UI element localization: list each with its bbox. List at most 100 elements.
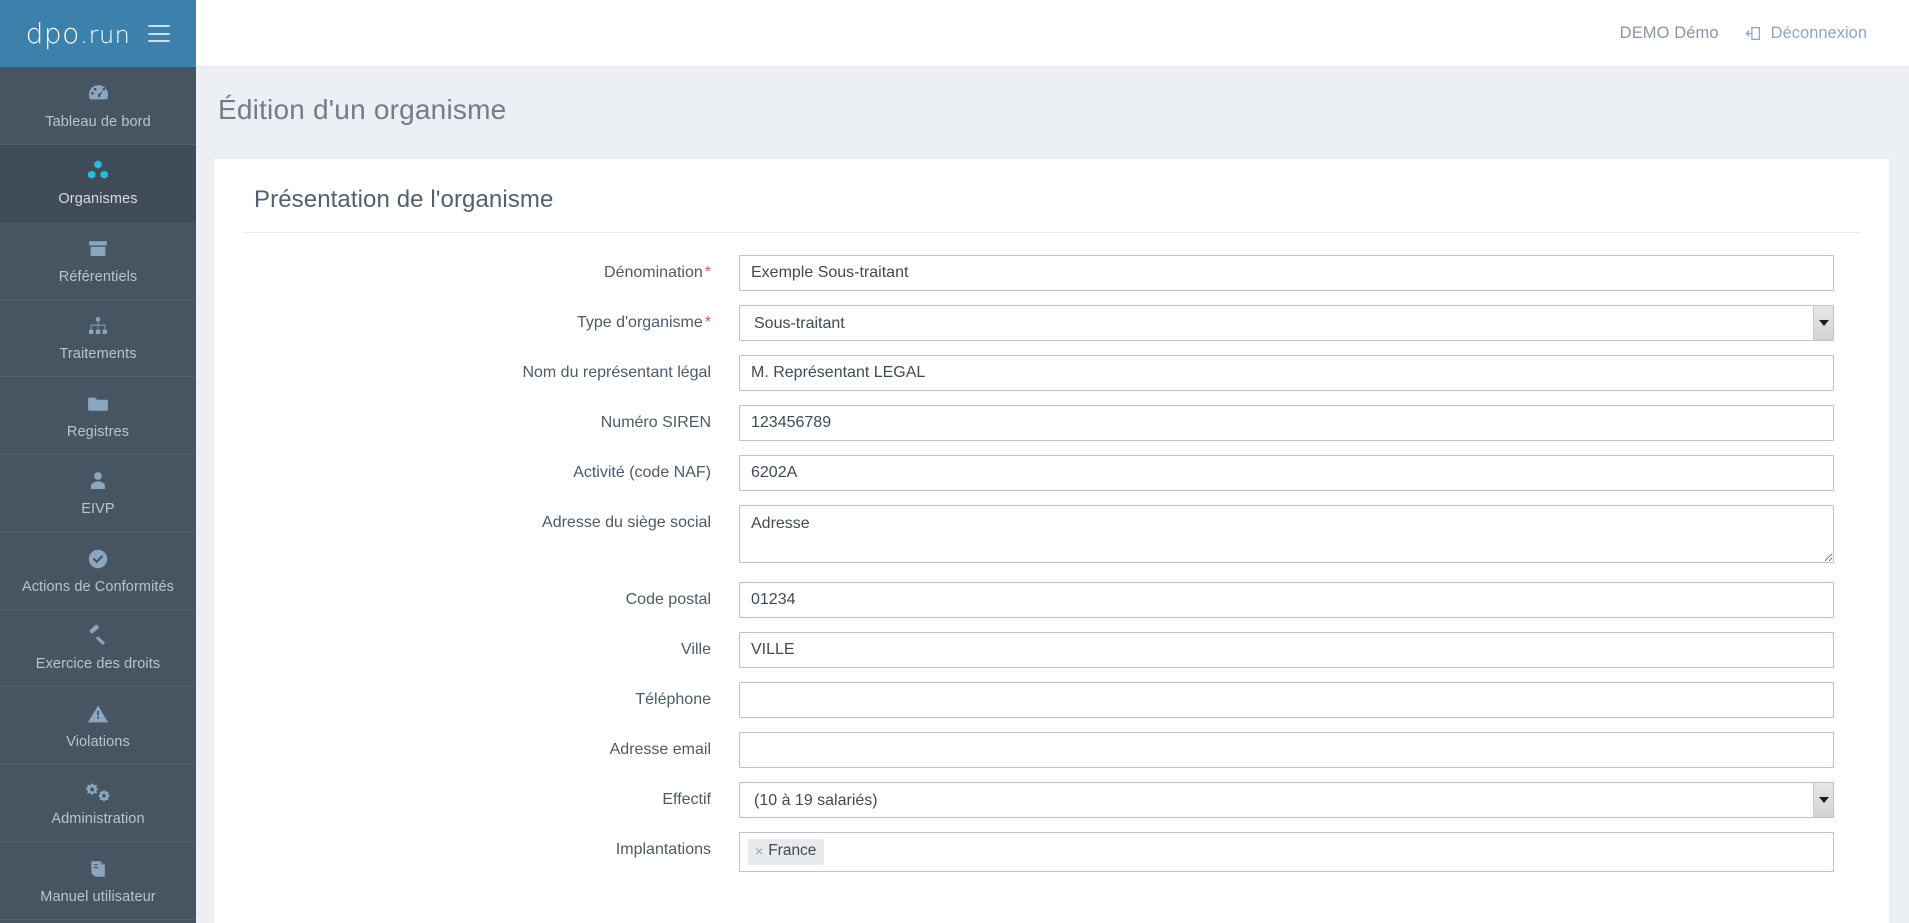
sidebar-item-label: Administration	[51, 811, 145, 828]
select-wrap-type-organisme: Sous-traitant	[739, 305, 1834, 341]
required-marker: *	[704, 264, 711, 281]
form-row-activite-code-naf: Activité (code NAF)	[214, 455, 1889, 491]
sidebar-item-eivp[interactable]: EIVP	[0, 455, 196, 532]
form-row-type-organisme: Type d'organisme * Sous-traitant	[214, 305, 1889, 341]
hamburger-menu-icon[interactable]	[148, 25, 171, 42]
input-activite-code-naf[interactable]	[739, 455, 1834, 491]
tag-remove-icon[interactable]: ×	[755, 842, 763, 861]
form-row-nom-representant-legal: Nom du représentant légal	[214, 355, 1889, 391]
sidebar-item-administration[interactable]: Administration	[0, 765, 196, 842]
select-wrap-effectif: (10 à 19 salariés)	[739, 782, 1834, 818]
sidebar-item-label: Traitements	[59, 346, 137, 363]
label-telephone: Téléphone	[635, 691, 711, 708]
label-adresse-siege-social: Adresse du siège social	[542, 514, 711, 531]
sidebar-item-violations[interactable]: Violations	[0, 687, 196, 765]
input-numero-siren[interactable]	[739, 405, 1834, 441]
sidebar-item-label: Référentiels	[58, 268, 138, 285]
tag-label: France	[768, 842, 817, 859]
sidebar-item-exercice-des-droits[interactable]: Exercice des droits	[0, 610, 196, 687]
form-row-ville: Ville	[214, 632, 1889, 668]
control-wrap-denomination	[739, 255, 1834, 291]
control-wrap-activite-code-naf	[739, 455, 1834, 491]
label-implantations: Implantations	[615, 841, 711, 858]
sidebar-item-label: Manuel utilisateur	[40, 888, 156, 905]
check-circle-icon	[86, 546, 110, 572]
sign-out-icon	[1745, 25, 1762, 42]
control-wrap-code-postal	[739, 582, 1834, 618]
book-icon	[86, 856, 110, 882]
dashboard-gauge-icon	[86, 81, 111, 107]
control-wrap-type-organisme: Sous-traitant	[739, 305, 1834, 341]
page-title: Édition d'un organisme	[218, 94, 507, 125]
input-code-postal[interactable]	[739, 582, 1834, 618]
label-text: Dénomination	[604, 264, 703, 281]
tag-item[interactable]: × France	[748, 839, 825, 865]
textarea-adresse-siege-social[interactable]: Adresse	[739, 505, 1834, 563]
sidebar-item-tableau-de-bord[interactable]: Tableau de bord	[0, 67, 196, 145]
sidebar-item-label: Violations	[66, 733, 130, 750]
top-navbar: dpo.run DEMO Démo Déconnexion	[0, 0, 1909, 67]
logout-button[interactable]: Déconnexion	[1745, 24, 1867, 43]
control-wrap-adresse-siege-social: Adresse	[739, 505, 1834, 568]
label-denomination: Dénomination *	[214, 255, 739, 284]
input-nom-representant-legal[interactable]	[739, 355, 1834, 391]
user-icon	[86, 468, 110, 494]
input-denomination[interactable]	[739, 255, 1834, 291]
sidebar-item-organismes[interactable]: Organismes	[0, 144, 196, 222]
label-type-organisme: Type d'organisme *	[214, 305, 739, 334]
main-content: Édition d'un organisme Présentation de l…	[196, 67, 1909, 923]
sidebar-item-label: EIVP	[81, 501, 115, 518]
gavel-icon	[86, 623, 111, 649]
control-wrap-telephone	[739, 682, 1834, 718]
control-wrap-effectif: (10 à 19 salariés)	[739, 782, 1834, 818]
sidebar-item-actions-de-conformites[interactable]: Actions de Conformités	[0, 532, 196, 610]
label-code-postal: Code postal	[625, 591, 711, 608]
label-text: Type d'organisme	[576, 314, 703, 331]
input-adresse-email[interactable]	[739, 732, 1834, 768]
brand-logo-box[interactable]: dpo.run	[0, 0, 196, 67]
hamburger-line	[148, 40, 171, 42]
sidebar-item-label: Actions de Conformités	[21, 578, 175, 595]
organisme-form: Dénomination* Type d'organisme* Sous-	[214, 233, 1889, 872]
sidebar-item-label: Organismes	[58, 191, 138, 208]
label-numero-siren: Numéro SIREN	[600, 414, 711, 431]
form-row-effectif: Effectif (10 à 19 salariés)	[214, 782, 1889, 818]
card-header: Présentation de l'organisme	[214, 159, 1889, 214]
cubes-icon	[85, 158, 111, 184]
control-wrap-nom-representant-legal	[739, 355, 1834, 391]
form-row-numero-siren: Numéro SIREN	[214, 405, 1889, 441]
brand-logo-second: run	[88, 20, 131, 49]
input-ville[interactable]	[739, 632, 1834, 668]
control-wrap-ville	[739, 632, 1834, 668]
form-row-adresse-email: Adresse email	[214, 732, 1889, 768]
main-sidebar: Tableau de bord Organismes Référentiels	[0, 67, 196, 923]
logout-label: Déconnexion	[1770, 24, 1867, 42]
label-nom-representant-legal: Nom du représentant légal	[522, 364, 711, 381]
current-user-name: DEMO Démo	[1619, 24, 1719, 42]
input-telephone[interactable]	[739, 682, 1834, 718]
brand-logo-text: dpo.run	[25, 16, 131, 50]
control-wrap-adresse-email	[739, 732, 1834, 768]
label-activite-code-naf: Activité (code NAF)	[573, 464, 711, 481]
form-row-telephone: Téléphone	[214, 682, 1889, 718]
card-title: Présentation de l'organisme	[254, 186, 554, 213]
sidebar-item-referentiels[interactable]: Référentiels	[0, 222, 196, 300]
sidebar-item-traitements[interactable]: Traitements	[0, 300, 196, 377]
archive-box-icon	[86, 236, 110, 262]
select-effectif[interactable]: (10 à 19 salariés)	[739, 782, 1834, 818]
required-marker: *	[704, 314, 711, 331]
organisme-form-card: Présentation de l'organisme Dénomination…	[214, 159, 1889, 923]
form-row-adresse-siege-social: Adresse du siège social Adresse	[214, 505, 1889, 568]
sitemap-icon	[86, 313, 110, 339]
hamburger-line	[148, 32, 171, 35]
sidebar-item-manuel-utilisateur[interactable]: Manuel utilisateur	[0, 842, 196, 920]
label-adresse-email: Adresse email	[609, 741, 711, 758]
warning-triangle-icon	[86, 701, 110, 727]
form-row-denomination: Dénomination *	[214, 255, 1889, 291]
tag-input-implantations[interactable]: × France	[739, 832, 1834, 872]
brand-logo-first: dpo	[25, 16, 80, 50]
select-type-organisme[interactable]: Sous-traitant	[739, 305, 1834, 341]
sidebar-item-registres[interactable]: Registres	[0, 377, 196, 455]
form-row-implantations: Implantations × France	[214, 832, 1889, 872]
app-root: dpo.run DEMO Démo Déconnexion Tableau de…	[0, 0, 1909, 923]
